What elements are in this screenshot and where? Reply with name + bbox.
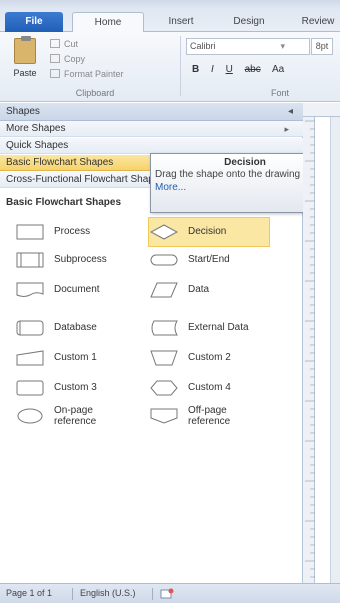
data-shape-icon [150,282,178,298]
paste-label: Paste [13,68,37,78]
clipboard-icon [14,36,36,64]
database-shape-icon [16,320,44,336]
shapes-pane-header: Shapes ◂ [0,103,303,121]
custom4-shape-icon [150,380,178,396]
tab-file[interactable]: File [5,12,63,32]
shapes-pane-title: Shapes [6,106,40,117]
clipboard-group-label: Clipboard [75,88,115,98]
custom2-shape-icon [150,350,178,366]
shape-label: On-page reference [54,405,96,427]
custom3-shape-icon [16,380,44,396]
copy-icon [50,54,60,63]
shape-label: External Data [188,322,249,333]
title-bar [0,0,340,8]
format-painter-button[interactable]: Format Painter [50,67,124,81]
on-page-reference-icon [17,408,43,424]
tab-design[interactable]: Design [218,12,280,32]
shape-label: Custom 4 [188,382,231,393]
tab-insert[interactable]: Insert [152,12,210,32]
quick-shapes-label: Quick Shapes [6,140,69,151]
brush-icon [50,69,60,78]
shape-label: Custom 3 [54,382,97,393]
cross-functional-label: Cross-Functional Flowchart Shapes [6,174,165,185]
shape-label: Custom 1 [54,352,97,363]
terminator-shape-icon [150,254,178,266]
ruler-ticks [305,120,315,578]
language-status[interactable]: English (U.S.) [80,584,136,603]
copy-button[interactable]: Copy [50,52,85,66]
status-divider [152,588,153,600]
more-shapes-label: More Shapes [6,123,66,134]
process-shape-icon [16,224,44,240]
strikethrough-button[interactable]: abc [245,64,261,75]
external-data-shape-icon [151,320,178,336]
label-line-2: reference [54,416,97,427]
underline-button[interactable]: U [226,64,233,75]
ribbon-tabs: File Home Insert Design Review [0,8,340,32]
italic-button[interactable]: I [211,64,214,75]
decision-shape-icon [150,224,178,240]
status-bar: Page 1 of 1 English (U.S.) [0,583,340,603]
pane-menu-icon[interactable]: ◂ [288,103,293,121]
off-page-reference-icon [150,408,178,424]
vertical-scrollbar[interactable] [330,117,340,583]
font-name-value: Calibri [190,41,216,51]
font-size-select[interactable]: 8pt [311,38,333,55]
more-shapes-row[interactable]: More Shapes ▸ [0,121,303,137]
paste-button[interactable]: Paste [8,36,42,90]
ribbon: Paste Cut Copy Format Painter Clipboard … [0,32,340,102]
shape-label: Custom 2 [188,352,231,363]
shape-label: Off-page reference [188,405,230,427]
label-line-2: reference [188,416,231,427]
tab-home[interactable]: Home [72,12,144,32]
format-painter-label: Format Painter [64,69,124,79]
status-divider [72,588,73,600]
vertical-ruler [303,117,315,583]
change-case-button[interactable]: Aa [272,64,284,75]
font-format-row: B I U abc Aa [192,64,293,75]
tab-review[interactable]: Review [288,12,340,32]
shape-label: Data [188,284,210,295]
label-line-1: On-page [54,405,93,416]
chevron-right-icon: ▸ [284,124,289,134]
custom1-shape-icon [16,350,44,366]
shape-label: Decision [188,226,227,237]
stencil-title: Basic Flowchart Shapes [6,197,122,208]
font-name-select[interactable]: Calibri ▾ 8pt [186,38,333,55]
shape-label: Process [54,226,91,237]
chevron-down-icon: ▾ [280,41,285,51]
bold-button[interactable]: B [192,64,199,75]
label-line-1: Off-page [188,405,227,416]
quick-shapes-row[interactable]: Quick Shapes [0,138,303,154]
cut-button[interactable]: Cut [50,37,78,51]
shape-label: Subprocess [54,254,107,265]
macro-record-icon[interactable] [160,588,174,599]
document-shape-icon [16,282,44,297]
page-count-status[interactable]: Page 1 of 1 [6,584,52,603]
copy-label: Copy [64,54,86,64]
shape-label: Start/End [188,254,230,265]
subprocess-shape-icon [16,252,44,268]
shape-label: Document [54,284,100,295]
basic-flowchart-label: Basic Flowchart Shapes [6,157,114,168]
horizontal-ruler [303,103,340,117]
scissors-icon [50,39,60,48]
shape-label: Database [54,322,97,333]
font-group-label: Font [270,88,289,98]
cut-label: Cut [64,39,79,49]
ribbon-divider [180,36,181,96]
